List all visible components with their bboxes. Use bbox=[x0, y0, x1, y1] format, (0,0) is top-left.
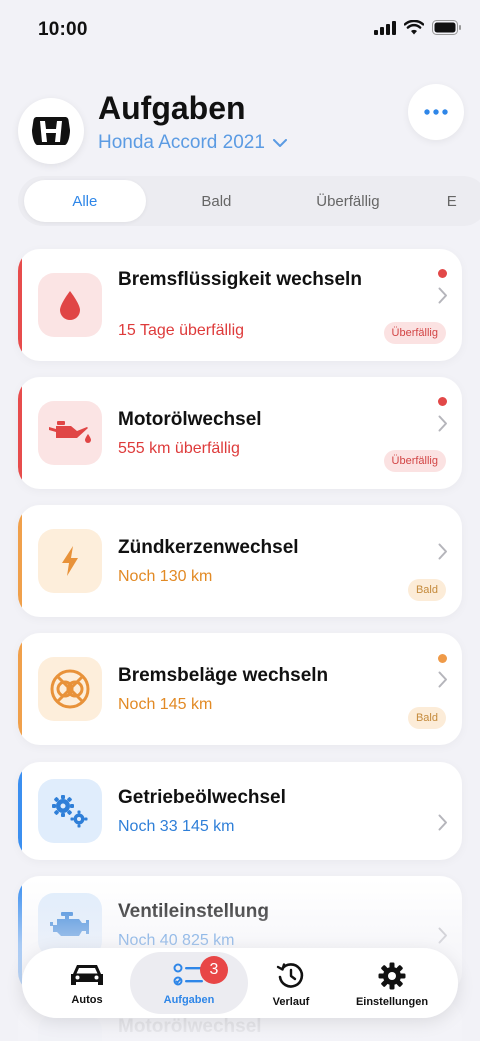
tab-bar-label: Verlauf bbox=[272, 996, 310, 1008]
tab-bald[interactable]: Bald bbox=[146, 180, 287, 222]
settings-gear-icon bbox=[378, 962, 406, 990]
status-badge: Überfällig bbox=[383, 450, 446, 472]
gears-icon bbox=[52, 795, 88, 828]
status-bar: 10:00 bbox=[0, 0, 480, 60]
filter-tabs: Alle Bald Überfällig E bbox=[18, 176, 480, 226]
battery-icon bbox=[432, 20, 461, 35]
task-title: Motorölwechsel bbox=[118, 409, 262, 430]
more-options-button[interactable] bbox=[408, 84, 464, 140]
task-card-bremsfluessigkeit[interactable]: Bremsflüssigkeit wechseln 15 Tage überfä… bbox=[18, 249, 462, 361]
task-icon-box bbox=[38, 401, 102, 465]
status-accent-bar bbox=[18, 762, 22, 860]
status-time: 10:00 bbox=[38, 19, 88, 40]
chevron-right-icon bbox=[438, 543, 447, 560]
tab-bar-label: Aufgaben bbox=[163, 994, 215, 1006]
honda-logo bbox=[18, 98, 84, 164]
tab-alle[interactable]: Alle bbox=[24, 180, 146, 222]
status-accent-bar bbox=[18, 249, 22, 361]
task-subtitle: 555 km überfällig bbox=[118, 440, 240, 457]
tab-bar-label: Autos bbox=[71, 994, 103, 1006]
bottom-tab-bar: Autos Aufgaben 3 Verlauf Einstellungen bbox=[22, 948, 458, 1018]
chevron-right-icon bbox=[438, 927, 447, 944]
task-title: Getriebeölwechsel bbox=[118, 787, 286, 808]
task-title: Ventileinstellung bbox=[118, 901, 269, 922]
task-card-getriebeoel[interactable]: Getriebeölwechsel Noch 33 145 km bbox=[18, 762, 462, 860]
chevron-right-icon bbox=[438, 814, 447, 831]
status-badge: Bald bbox=[407, 579, 446, 601]
task-subtitle: Noch 145 km bbox=[118, 696, 213, 713]
status-icons bbox=[374, 20, 462, 35]
task-icon-box bbox=[38, 529, 102, 593]
wifi-icon bbox=[404, 20, 424, 35]
task-title: Bremsbeläge wechseln bbox=[118, 665, 329, 686]
task-icon-box bbox=[38, 273, 102, 337]
tab-ueberfaellig[interactable]: Überfällig bbox=[287, 180, 409, 222]
oil-can-icon bbox=[38, 1014, 102, 1041]
task-card-bremsbelaege[interactable]: Bremsbeläge wechseln Noch 145 km Bald bbox=[18, 633, 462, 745]
task-subtitle: 15 Tage überfällig bbox=[118, 322, 245, 339]
task-card-motoroel[interactable]: Motorölwechsel 555 km überfällig Überfäl… bbox=[18, 377, 462, 489]
status-accent-bar bbox=[18, 505, 22, 617]
oil-can-icon bbox=[49, 421, 91, 443]
chevron-right-icon bbox=[438, 287, 447, 304]
status-dot bbox=[438, 397, 447, 406]
tab-bar-aufgaben[interactable]: Aufgaben 3 bbox=[130, 952, 248, 1014]
drop-icon bbox=[60, 291, 80, 320]
tab-bar-einstellungen[interactable]: Einstellungen bbox=[340, 952, 444, 1014]
tab-bar-verlauf[interactable]: Verlauf bbox=[240, 952, 342, 1014]
tab-bar-autos[interactable]: Autos bbox=[36, 952, 138, 1014]
status-accent-bar bbox=[18, 633, 22, 745]
tab-bar-label: Einstellungen bbox=[355, 996, 429, 1008]
car-icon bbox=[71, 965, 103, 985]
status-badge: Überfällig bbox=[383, 322, 446, 344]
status-dot bbox=[438, 654, 447, 663]
tab-more[interactable]: E bbox=[409, 180, 480, 222]
car-selector[interactable]: Honda Accord 2021 bbox=[98, 132, 287, 154]
chevron-down-icon bbox=[272, 138, 287, 147]
chevron-right-icon bbox=[438, 671, 447, 688]
ellipsis-icon bbox=[424, 109, 448, 115]
engine-icon bbox=[50, 912, 89, 936]
task-subtitle: Noch 33 145 km bbox=[118, 818, 235, 835]
task-title: Zündkerzenwechsel bbox=[118, 537, 299, 558]
task-title: Bremsflüssigkeit wechseln bbox=[118, 269, 362, 290]
status-accent-bar bbox=[18, 377, 22, 489]
history-icon bbox=[276, 963, 304, 988]
brake-disc-icon bbox=[50, 669, 90, 709]
car-name: Honda Accord 2021 bbox=[98, 132, 265, 153]
cellular-signal-icon bbox=[374, 20, 396, 35]
page-title: Aufgaben bbox=[98, 90, 246, 126]
status-accent-bar bbox=[18, 876, 22, 994]
status-badge: Bald bbox=[407, 707, 446, 729]
task-icon-box bbox=[38, 657, 102, 721]
header: Aufgaben Honda Accord 2021 bbox=[0, 80, 480, 170]
task-icon-box bbox=[38, 779, 102, 843]
notification-badge: 3 bbox=[200, 956, 228, 984]
task-subtitle: Noch 130 km bbox=[118, 568, 213, 585]
task-card-zuendkerzen[interactable]: Zündkerzenwechsel Noch 130 km Bald bbox=[18, 505, 462, 617]
status-dot bbox=[438, 269, 447, 278]
task-title: Motorölwechsel bbox=[118, 1016, 262, 1037]
bolt-icon bbox=[62, 546, 78, 576]
chevron-right-icon bbox=[438, 415, 447, 432]
